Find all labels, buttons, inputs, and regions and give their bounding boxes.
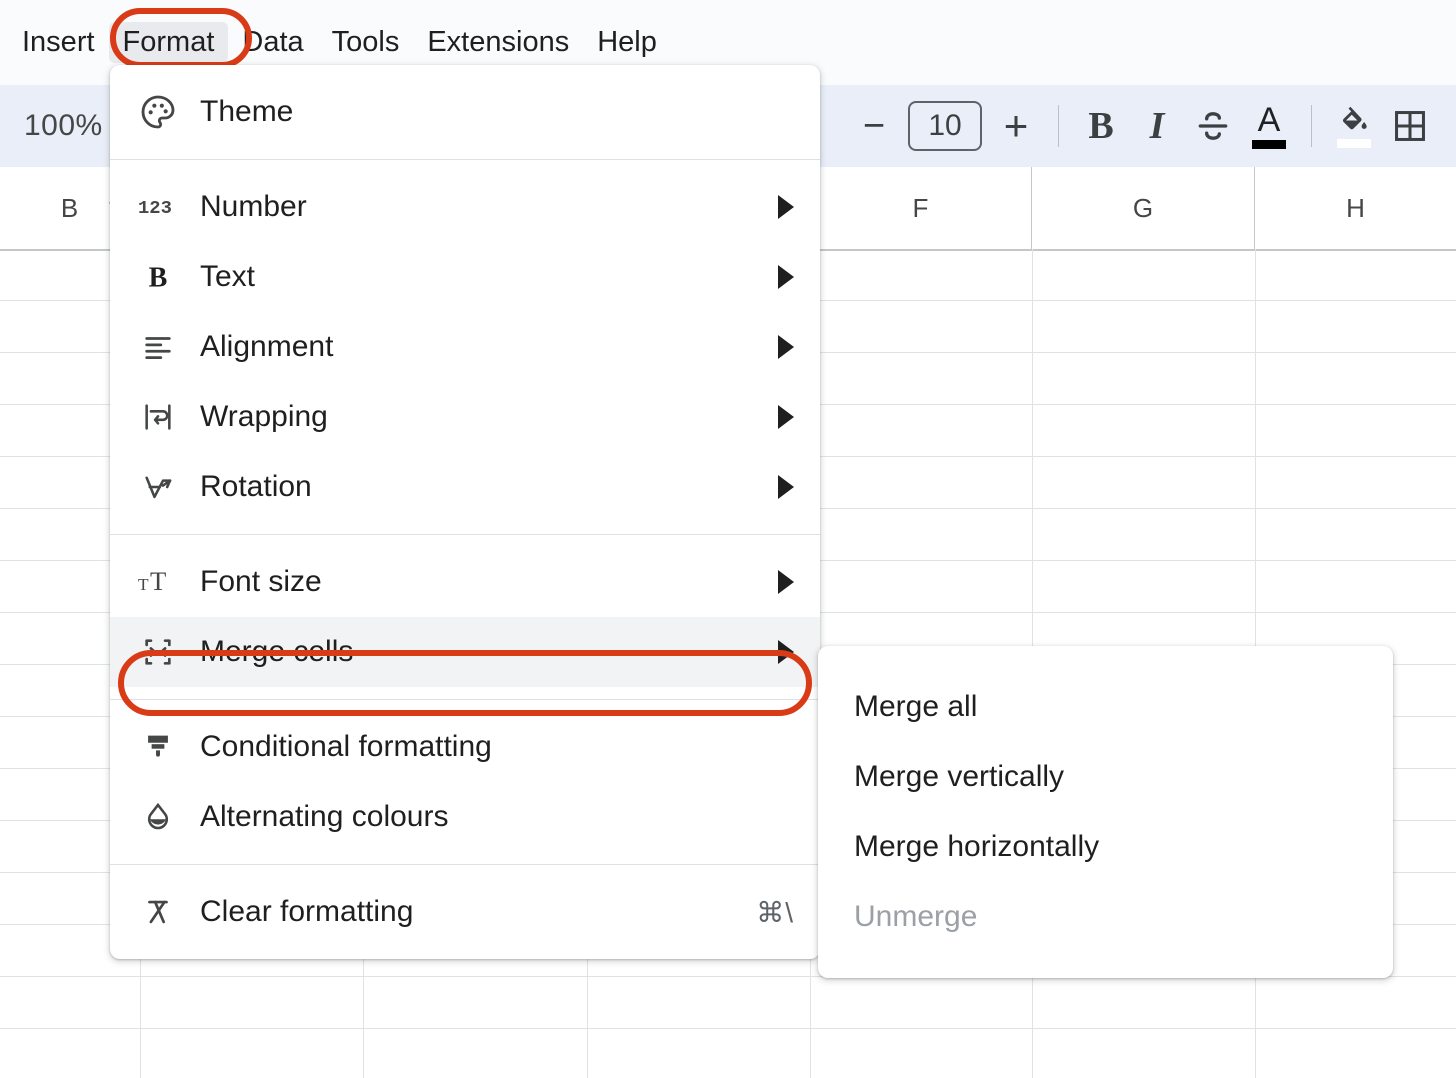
column-header-g-label: G (1133, 193, 1153, 224)
submenu-item-unmerge-label: Unmerge (854, 900, 977, 934)
column-header-g[interactable]: G (1032, 167, 1255, 249)
column-header-b-label: B (61, 193, 78, 224)
menu-item-clear-formatting-shortcut: ⌘\ (756, 896, 794, 929)
menu-item-number[interactable]: 123 Number (110, 172, 820, 242)
toolbar-divider (1058, 105, 1059, 147)
submenu-arrow-icon (778, 335, 794, 359)
borders-button[interactable] (1382, 98, 1438, 154)
submenu-item-merge-vertically[interactable]: Merge vertically (818, 742, 1393, 812)
svg-text:T: T (150, 566, 166, 596)
borders-icon (1391, 107, 1429, 145)
svg-text:T: T (138, 575, 149, 594)
menu-item-font-size[interactable]: T T Font size (110, 547, 820, 617)
menu-item-text-label: Text (200, 260, 255, 294)
menu-data[interactable]: Data (228, 22, 317, 63)
clear-formatting-icon (138, 895, 186, 929)
column-header-f-label: F (913, 193, 929, 224)
paint-bucket-icon (1336, 104, 1372, 136)
paint-brush-icon (138, 730, 186, 764)
minus-icon: − (863, 107, 885, 145)
text-color-swatch (1252, 140, 1286, 149)
column-header-h-label: H (1346, 193, 1365, 224)
menu-item-alignment[interactable]: Alignment (110, 312, 820, 382)
menu-item-number-label: Number (200, 190, 307, 224)
plus-icon: + (1004, 105, 1029, 147)
droplet-icon (138, 800, 186, 834)
submenu-arrow-icon (778, 640, 794, 664)
toolbar-right-group: − 10 + B I A (846, 85, 1438, 167)
text-color-letter: A (1258, 103, 1281, 137)
bold-button[interactable]: B (1073, 98, 1129, 154)
menu-insert[interactable]: Insert (8, 22, 109, 63)
menu-item-merge-cells-label: Merge cells (200, 635, 353, 669)
menu-divider (110, 159, 820, 160)
menu-item-alternating-colours-label: Alternating colours (200, 800, 448, 834)
bold-b-icon: B (138, 261, 186, 293)
submenu-item-merge-all-label: Merge all (854, 690, 977, 724)
menu-item-rotation[interactable]: Rotation (110, 452, 820, 522)
menu-item-conditional-formatting[interactable]: Conditional formatting (110, 712, 820, 782)
svg-text:123: 123 (138, 197, 172, 219)
decrease-font-size-button[interactable]: − (846, 98, 902, 154)
menu-item-theme[interactable]: Theme (110, 77, 820, 147)
zoom-level[interactable]: 100% (24, 109, 103, 143)
menu-item-clear-formatting[interactable]: Clear formatting ⌘\ (110, 877, 820, 947)
submenu-arrow-icon (778, 195, 794, 219)
column-header-f[interactable]: F (810, 167, 1032, 249)
italic-button[interactable]: I (1129, 98, 1185, 154)
column-header-h[interactable]: H (1255, 167, 1456, 249)
menu-format[interactable]: Format (109, 22, 229, 63)
fill-color-swatch (1337, 139, 1371, 148)
italic-icon: I (1150, 104, 1165, 148)
svg-text:B: B (149, 262, 168, 293)
palette-icon (138, 92, 186, 132)
submenu-arrow-icon (778, 405, 794, 429)
rotation-icon (138, 470, 186, 504)
menu-item-merge-cells[interactable]: Merge cells (110, 617, 820, 687)
submenu-item-merge-all[interactable]: Merge all (818, 672, 1393, 742)
format-dropdown-menu: Theme 123 Number B Text Alignment (110, 65, 820, 959)
menu-item-wrapping[interactable]: Wrapping (110, 382, 820, 452)
number-123-icon: 123 (138, 192, 186, 222)
menu-item-wrapping-label: Wrapping (200, 400, 328, 434)
menu-extensions[interactable]: Extensions (413, 22, 583, 63)
submenu-arrow-icon (778, 265, 794, 289)
menu-divider (110, 534, 820, 535)
merge-cells-icon (138, 635, 186, 669)
merge-cells-submenu: Merge all Merge vertically Merge horizon… (818, 646, 1393, 978)
submenu-item-merge-horizontally[interactable]: Merge horizontally (818, 812, 1393, 882)
menu-item-text[interactable]: B Text (110, 242, 820, 312)
font-size-icon: T T (138, 566, 186, 598)
alignment-icon (138, 330, 186, 364)
strikethrough-icon (1194, 107, 1232, 145)
submenu-item-unmerge: Unmerge (818, 882, 1393, 952)
submenu-item-merge-horizontally-label: Merge horizontally (854, 830, 1099, 864)
submenu-item-merge-vertically-label: Merge vertically (854, 760, 1064, 794)
menu-item-theme-label: Theme (200, 95, 293, 129)
fill-color-button[interactable] (1326, 98, 1382, 154)
menu-help[interactable]: Help (583, 22, 671, 63)
menu-tools[interactable]: Tools (318, 22, 414, 63)
menu-item-rotation-label: Rotation (200, 470, 312, 504)
menu-item-alternating-colours[interactable]: Alternating colours (110, 782, 820, 852)
menu-item-clear-formatting-label: Clear formatting (200, 895, 413, 929)
strikethrough-button[interactable] (1185, 98, 1241, 154)
menu-divider (110, 864, 820, 865)
text-color-button[interactable]: A (1241, 98, 1297, 154)
submenu-arrow-icon (778, 475, 794, 499)
increase-font-size-button[interactable]: + (988, 98, 1044, 154)
wrapping-icon (138, 400, 186, 434)
submenu-arrow-icon (778, 570, 794, 594)
bold-icon: B (1088, 104, 1113, 148)
menu-item-font-size-label: Font size (200, 565, 322, 599)
toolbar-divider (1311, 105, 1312, 147)
font-size-input[interactable]: 10 (908, 101, 982, 151)
grid-row-line (0, 1028, 1456, 1029)
menu-divider (110, 699, 820, 700)
menu-item-conditional-formatting-label: Conditional formatting (200, 730, 492, 764)
menu-item-alignment-label: Alignment (200, 330, 333, 364)
